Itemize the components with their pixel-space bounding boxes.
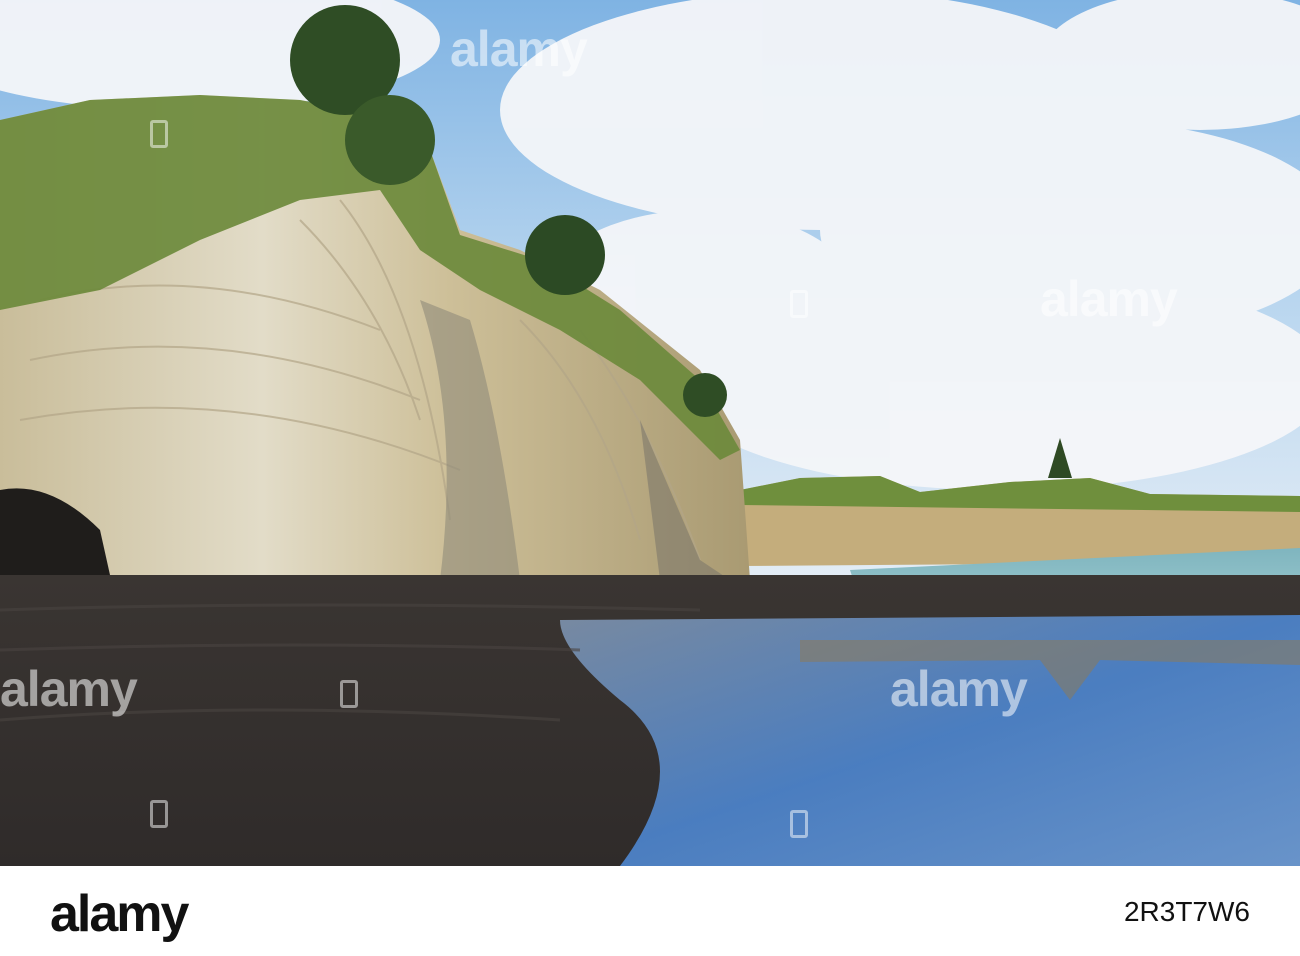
photo-scene bbox=[0, 0, 1300, 866]
tree-middle bbox=[525, 215, 605, 295]
watermark-text: alamy bbox=[890, 661, 1028, 717]
watermark-text: alamy bbox=[1040, 271, 1178, 327]
beach-cliff-photo: alamy alamy alamy alamy bbox=[0, 0, 1300, 866]
footer-bar: alamy 2R3T7W6 bbox=[0, 866, 1300, 956]
image-code: 2R3T7W6 bbox=[1123, 896, 1250, 927]
watermark-mark bbox=[790, 290, 808, 318]
brand-logo: alamy bbox=[50, 885, 189, 943]
watermark-mark bbox=[150, 800, 168, 828]
watermark-mark bbox=[790, 810, 808, 838]
watermark-mark bbox=[340, 680, 358, 708]
watermark-text: alamy bbox=[450, 21, 588, 77]
tree-bush bbox=[345, 95, 435, 185]
tree-small bbox=[683, 373, 727, 417]
watermark-mark bbox=[150, 120, 168, 148]
watermark-text: alamy bbox=[0, 661, 138, 717]
